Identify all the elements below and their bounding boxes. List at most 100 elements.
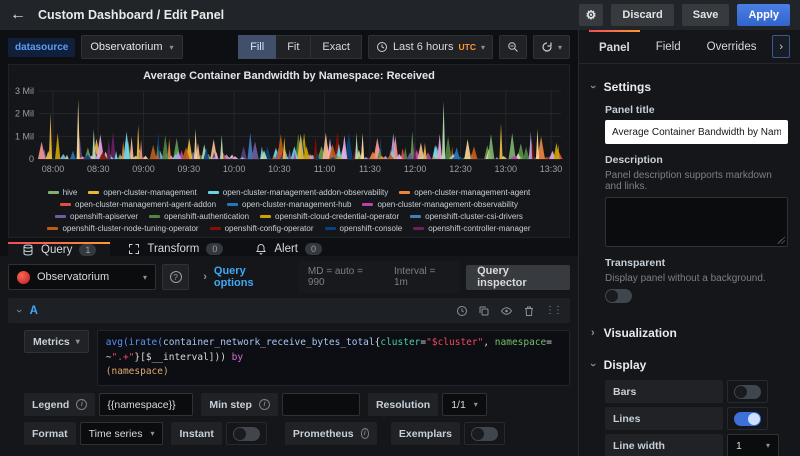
expression-token: (namespace): [105, 366, 169, 378]
transform-count-badge: 0: [206, 243, 224, 255]
fill-mode-button[interactable]: Fill: [238, 35, 277, 59]
bandwidth-graph[interactable]: 3 Mil 2 Mil 1 Mil 0 08:00 08:30 09:00 09:30 10:0…: [9, 83, 569, 185]
legend-item[interactable]: open-cluster-management-observability: [362, 199, 518, 210]
alert-count-badge: 0: [305, 243, 323, 255]
legend-item[interactable]: openshift-ingress: [436, 235, 512, 237]
legend-item[interactable]: open-cluster-management-hub: [227, 199, 351, 210]
legend-item[interactable]: openshift-apiserver: [55, 211, 138, 222]
legend-item[interactable]: openshift-cluster-csi-drivers: [410, 211, 523, 222]
panel-preview: Average Container Bandwidth by Namespace…: [8, 64, 570, 238]
query-datasource-select[interactable]: Observatorium ▾: [8, 264, 156, 290]
legend-color-dash: [149, 215, 161, 218]
legend-item[interactable]: openshift-authentication: [149, 211, 249, 222]
tab-query[interactable]: Query 1: [8, 242, 111, 256]
collapse-chevron-icon[interactable]: ›: [13, 309, 25, 313]
refresh-button[interactable]: ▾: [532, 35, 570, 59]
resolution-select[interactable]: 1/1 ▾: [442, 393, 487, 417]
datasource-variable-select[interactable]: Observatorium ▾: [81, 35, 183, 59]
delete-query-trash-icon[interactable]: [523, 305, 535, 317]
hide-query-eye-icon[interactable]: [500, 305, 513, 317]
tab-overrides[interactable]: Overrides: [697, 30, 767, 63]
promql-expression-input[interactable]: avg(irate(container_network_receive_byte…: [96, 330, 570, 387]
legend-item[interactable]: openshift-image-registry: [325, 235, 426, 237]
timeseries-chart[interactable]: 3 Mil 2 Mil 1 Mil 0 08:00 08:30 09:00 09:30 10:0…: [9, 83, 569, 185]
query-options-label: Query options: [213, 265, 254, 289]
legend-item[interactable]: openshift-dns: [66, 235, 129, 237]
legend-series-name: openshift-cloud-credential-operator: [275, 212, 400, 221]
save-button[interactable]: Save: [681, 4, 730, 26]
query-history-icon[interactable]: [456, 305, 468, 317]
legend-series-name: openshift-console: [339, 224, 403, 233]
legend-color-dash: [60, 203, 72, 206]
legend-series-name: open-cluster-management-observability: [377, 200, 518, 209]
legend-series-name: open-cluster-management: [103, 188, 197, 197]
line-width-select[interactable]: 1 ▾: [727, 434, 779, 456]
duplicate-query-icon[interactable]: [478, 305, 490, 317]
visualization-section-header[interactable]: › Visualization: [591, 320, 788, 346]
transparent-toggle[interactable]: [605, 289, 632, 303]
legend-format-input[interactable]: [99, 393, 194, 417]
legend-item[interactable]: hive: [47, 187, 77, 198]
legend-item[interactable]: openshift-etcd: [140, 235, 205, 237]
panel-preview-title: Average Container Bandwidth by Namespace…: [143, 70, 435, 82]
x-axis-tick: 13:00: [494, 164, 517, 174]
tab-transform[interactable]: Transform 0: [114, 242, 237, 256]
legend-color-dash: [47, 227, 59, 230]
legend-item[interactable]: openshift-etcd-operator: [216, 235, 314, 237]
chevron-down-icon: ›: [586, 363, 599, 367]
legend-item[interactable]: openshift-config-operator: [209, 223, 314, 234]
description-textarea[interactable]: [605, 197, 788, 247]
legend-item[interactable]: openshift-cluster-node-tuning-operator: [47, 223, 199, 234]
x-axis-tick: 11:30: [359, 164, 381, 174]
chevron-down-icon: ▾: [480, 42, 485, 52]
legend-item[interactable]: openshift-controller-manager: [413, 223, 531, 234]
drag-handle[interactable]: ⋮⋮: [545, 305, 563, 316]
discard-button[interactable]: Discard: [611, 4, 674, 26]
settings-section-title: Settings: [603, 80, 652, 94]
instant-toggle[interactable]: [225, 422, 267, 446]
tab-panel[interactable]: Panel: [589, 30, 640, 63]
display-row: Bars: [605, 380, 788, 403]
expression-token: ,: [483, 337, 495, 348]
query-options-toggle[interactable]: › Query options: [203, 265, 286, 289]
panel-title-input[interactable]: [605, 120, 788, 144]
datasource-help-button[interactable]: ?: [162, 264, 190, 290]
tab-field[interactable]: Field: [646, 30, 691, 63]
legend-color-dash: [399, 191, 411, 194]
fit-mode-button[interactable]: Fit: [276, 35, 312, 59]
collapse-options-pane-button[interactable]: ›: [772, 35, 790, 58]
legend-item[interactable]: openshift-console: [324, 223, 403, 234]
exact-mode-button[interactable]: Exact: [311, 35, 362, 59]
chevron-down-icon: ▾: [473, 400, 478, 410]
zoom-out-button[interactable]: [498, 35, 527, 59]
exemplars-toggle[interactable]: [464, 422, 506, 446]
lines-toggle[interactable]: [727, 407, 768, 430]
transparent-field: Transparent Display panel without a back…: [605, 257, 788, 306]
query-row-header[interactable]: › A ⋮⋮: [8, 298, 570, 323]
chevron-down-icon: ›: [586, 85, 599, 89]
instant-label-text: Instant: [179, 427, 214, 440]
back-button[interactable]: ←: [10, 6, 26, 24]
legend-item[interactable]: open-cluster-management-agent-addon: [60, 199, 216, 210]
apply-button[interactable]: Apply: [737, 4, 790, 26]
min-step-input[interactable]: [281, 393, 360, 417]
page-title: Custom Dashboard / Edit Panel: [38, 8, 225, 22]
metrics-dropdown-button[interactable]: Metrics ▾: [24, 330, 89, 353]
transparent-hint: Display panel without a background.: [605, 273, 766, 284]
format-select[interactable]: Time series ▾: [79, 422, 164, 446]
query-inspector-button[interactable]: Query inspector: [466, 264, 570, 290]
display-section-header[interactable]: › Display: [587, 352, 788, 378]
tab-query-label: Query: [41, 244, 73, 256]
legend-item[interactable]: open-cluster-management: [88, 187, 197, 198]
time-range-picker[interactable]: Last 6 hours UTC ▾: [367, 35, 493, 59]
bars-toggle[interactable]: [727, 380, 768, 403]
legend-item[interactable]: openshift-cloud-credential-operator: [260, 211, 399, 222]
tab-alert[interactable]: Alert 0: [241, 242, 336, 256]
settings-section-header[interactable]: › Settings: [587, 74, 788, 100]
panel-settings-gear-button[interactable]: ⚙: [578, 4, 604, 26]
y-axis-tick: 3 Mil: [15, 86, 34, 96]
legend-item[interactable]: open-cluster-management-agent: [399, 187, 530, 198]
legend-item[interactable]: open-cluster-management-addon-observabil…: [207, 187, 388, 198]
resize-grip-icon[interactable]: [777, 236, 785, 244]
resolution-field-label: Resolution: [367, 393, 439, 417]
